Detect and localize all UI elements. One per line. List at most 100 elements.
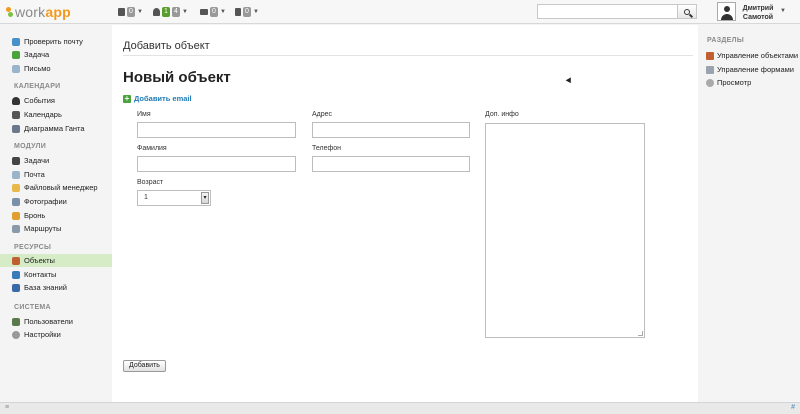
chevron-down-icon: ▼ [220, 9, 226, 15]
resize-grip-icon[interactable] [638, 331, 643, 336]
avatar[interactable] [717, 2, 736, 21]
section-label: Управление объектами [717, 51, 799, 60]
info-label: Доп. инфо [485, 111, 519, 118]
search-button[interactable] [677, 4, 697, 19]
user-name[interactable]: Дмитрий Самотой [740, 4, 776, 22]
user-menu-chevron-icon[interactable]: ▼ [780, 8, 786, 14]
logo-text-suffix: app [45, 4, 71, 20]
sidebar-item-label: Проверить почту [24, 37, 83, 46]
section-manage-objects[interactable]: Управление объектами [706, 51, 798, 60]
user-first-name: Дмитрий [742, 5, 774, 12]
age-select-value: 1 [144, 194, 148, 201]
sidebar-item-gantt[interactable]: Диаграмма Ганта [0, 122, 112, 135]
sidebar-item-photos[interactable]: Фотографии [0, 195, 112, 208]
sidebar-item-objects[interactable]: Объекты [0, 254, 112, 267]
sidebar-item-label: Задачи [24, 156, 50, 165]
section-label: Управление формами [717, 65, 794, 74]
address-field[interactable] [312, 122, 470, 138]
sidebar-item-label: Фотографии [24, 197, 67, 206]
sidebar-item-label: Контакты [24, 270, 57, 279]
user-icon [153, 8, 160, 16]
info-textarea[interactable] [485, 123, 645, 338]
first-name-label: Имя [137, 111, 151, 118]
photos-icon [12, 197, 20, 206]
contacts-icon [12, 270, 20, 279]
counter-list[interactable]: 0 ▼ [118, 6, 143, 18]
settings-icon [12, 330, 20, 339]
counter-trash[interactable]: 0 ▼ [235, 6, 259, 18]
counter-badge: 0 [243, 7, 251, 17]
counter-badge: 0 [210, 7, 218, 17]
bottom-bar: ≡ # [0, 402, 800, 414]
add-button[interactable]: Добавить [123, 360, 166, 372]
phone-field[interactable] [312, 156, 470, 172]
sidebar-item-label: Настройки [24, 330, 61, 339]
section-manage-forms[interactable]: Управление формами [706, 65, 794, 74]
add-email-label: Добавить email [134, 94, 192, 103]
section-label: Просмотр [717, 78, 752, 87]
manage-objects-icon [706, 51, 714, 60]
search-input[interactable] [537, 4, 677, 19]
mail-icon [12, 170, 20, 179]
counter-badge: 4 [172, 7, 180, 17]
gantt-icon [12, 124, 20, 133]
first-name-field[interactable] [137, 122, 296, 138]
sidebar-item-label: Объекты [24, 256, 55, 265]
sidebar-item-check-mail[interactable]: Проверить почту [0, 35, 112, 48]
sidebar-item-settings[interactable]: Настройки [0, 328, 112, 341]
trash-icon [235, 8, 241, 16]
sidebar-item-task[interactable]: Задача [0, 48, 112, 61]
workapp-logo[interactable]: workapp [6, 4, 71, 20]
sidebar-item-label: Файловый менеджер [24, 183, 98, 192]
booking-icon [12, 211, 20, 220]
sidebar-item-mail[interactable]: Почта [0, 168, 112, 181]
sidebar-item-contacts[interactable]: Контакты [0, 268, 112, 281]
sidebar-item-letter[interactable]: Письмо [0, 62, 112, 75]
divider [123, 55, 693, 56]
logo-icon [6, 6, 14, 18]
bottom-right-link[interactable]: # [791, 404, 795, 411]
search-icon [684, 8, 690, 15]
sidebar-item-users[interactable]: Пользователи [0, 315, 112, 328]
add-email-link[interactable]: + Добавить email [123, 94, 192, 103]
chevron-down-icon: ▼ [182, 9, 188, 15]
chevron-down-icon[interactable]: ▾ [201, 192, 209, 204]
manage-forms-icon [706, 65, 714, 74]
sidebar-section-calendars: КАЛЕНДАРИ [14, 83, 61, 90]
sections-panel: РАЗДЕЛЫ Управление объектами Управление … [698, 25, 800, 402]
sidebar-item-label: База знаний [24, 283, 67, 292]
calendar-icon [12, 110, 20, 119]
chevron-down-icon: ▼ [253, 9, 259, 15]
sidebar-item-label: Почта [24, 170, 45, 179]
sidebar-item-label: Бронь [24, 211, 46, 220]
user-last-name: Самотой [742, 14, 774, 21]
sidebar-item-label: Письмо [24, 64, 51, 73]
sidebar-item-label: Задача [24, 50, 50, 59]
sidebar-section-system: СИСТЕМА [14, 304, 51, 311]
letter-icon [12, 64, 20, 73]
mail-check-icon [12, 37, 20, 46]
sidebar-item-booking[interactable]: Бронь [0, 209, 112, 222]
sidebar-item-knowledge-base[interactable]: База знаний [0, 281, 112, 294]
counter-chat[interactable]: 0 ▼ [200, 6, 226, 18]
objects-icon [12, 256, 20, 265]
sidebar-item-label: Диаграмма Ганта [24, 124, 85, 133]
task-add-icon [12, 50, 20, 59]
sidebar-item-calendar[interactable]: Календарь [0, 108, 112, 121]
sidebar-item-events[interactable]: События [0, 94, 112, 107]
bottom-left-toggle[interactable]: ≡ [5, 404, 9, 411]
logo-text-prefix: work [15, 4, 46, 20]
plus-icon: + [123, 93, 131, 103]
section-view[interactable]: Просмотр [706, 78, 751, 87]
sidebar-item-tasks[interactable]: Задачи [0, 154, 112, 167]
counter-users[interactable]: 1 4 ▼ [153, 6, 188, 18]
sidebar-item-file-manager[interactable]: Файловый менеджер [0, 181, 112, 194]
age-select[interactable]: 1 ▾ [137, 190, 211, 206]
sidebar-item-label: События [24, 96, 55, 105]
view-icon [706, 78, 714, 87]
sidebar-section-modules: МОДУЛИ [14, 143, 47, 150]
sections-title: РАЗДЕЛЫ [707, 37, 745, 44]
sidebar-item-routes[interactable]: Маршруты [0, 222, 112, 235]
phone-label: Телефон [312, 145, 342, 152]
last-name-field[interactable] [137, 156, 296, 172]
